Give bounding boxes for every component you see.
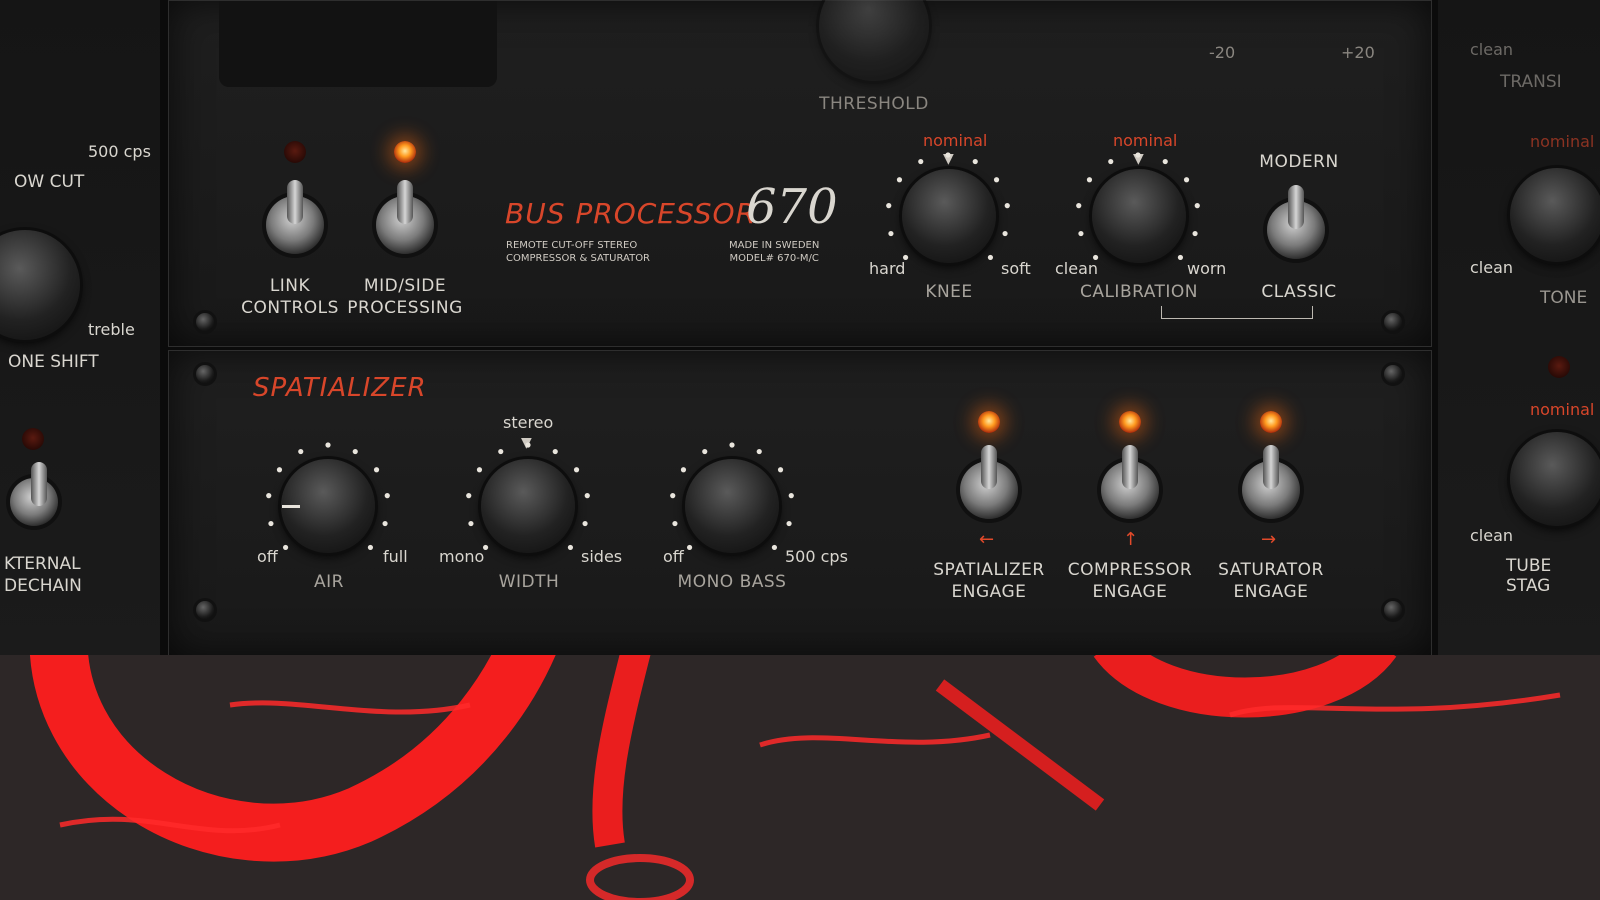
- compressor-arrow-icon: ↑: [1123, 529, 1139, 550]
- link-lamp: [284, 141, 306, 163]
- mid-side-lamp: [394, 141, 416, 163]
- right-clean-3: clean: [1470, 526, 1514, 545]
- made-in: MADE IN SWEDEN MODEL# 670-M/C: [729, 240, 820, 264]
- compressor-engage-label: COMPRESSOR ENGAGE: [1067, 560, 1193, 602]
- tone-knob[interactable]: [1510, 168, 1600, 262]
- calibration-min: clean: [1055, 259, 1099, 278]
- red-script-backdrop: [0, 655, 1600, 900]
- calibration-pointer-icon: ▼: [1133, 151, 1144, 167]
- screw: [196, 365, 214, 383]
- width-pointer-icon: ▼: [521, 435, 532, 451]
- low-cut-value: 500 cps: [88, 142, 151, 161]
- knee-pointer-icon: ▼: [943, 151, 954, 167]
- right-clean-1: clean: [1470, 40, 1514, 59]
- mode-toggle[interactable]: [1267, 185, 1325, 259]
- screw: [1384, 365, 1402, 383]
- mono-bass-min: off: [663, 547, 684, 566]
- sidechain-label: KTERNAL DECHAIN: [4, 554, 82, 596]
- threshold-label: THRESHOLD: [819, 94, 929, 114]
- tube-stage-knob[interactable]: [1510, 432, 1600, 526]
- saturator-engage-toggle[interactable]: [1242, 445, 1300, 519]
- meter-min: -20: [1209, 43, 1236, 62]
- product-subtitle: REMOTE CUT-OFF STEREO COMPRESSOR & SATUR…: [506, 240, 651, 264]
- width-top: stereo: [503, 413, 554, 432]
- width-min: mono: [439, 547, 485, 566]
- bus-processor-panel: THRESHOLD -20 +20 LINK CONTROLS MID/SIDE…: [168, 0, 1432, 347]
- screw: [1384, 313, 1402, 331]
- width-max: sides: [581, 547, 623, 566]
- meter-window: [219, 1, 497, 87]
- mode-classic-label: CLASSIC: [1261, 282, 1337, 302]
- tone-shift-value: treble: [88, 320, 135, 339]
- spatializer-arrow-icon: ←: [979, 529, 995, 550]
- mid-side-toggle[interactable]: [376, 180, 434, 254]
- product-title: BUS PROCESSOR: [505, 197, 757, 230]
- left-rack: 500 cps OW CUT treble ONE SHIFT KTERNAL …: [0, 0, 160, 655]
- knee-knob[interactable]: [902, 169, 996, 263]
- mono-bass-knob[interactable]: [685, 459, 779, 553]
- air-label: AIR: [314, 572, 344, 592]
- tube-nominal: nominal: [1530, 400, 1595, 419]
- spatializer-engage-toggle[interactable]: [960, 445, 1018, 519]
- calibration-knob[interactable]: [1092, 169, 1186, 263]
- tone-shift-knob[interactable]: [0, 230, 80, 340]
- right-clean-2: clean: [1470, 258, 1514, 277]
- mid-side-label: MID/SIDE PROCESSING: [347, 276, 463, 318]
- spatializer-engage-label: SPATIALIZER ENGAGE: [933, 560, 1045, 602]
- right-lamp: [1548, 356, 1570, 378]
- air-min: off: [257, 547, 278, 566]
- backdrop-art: [30, 655, 1561, 900]
- transient-label: TRANSI: [1500, 72, 1562, 92]
- air-max: full: [383, 547, 408, 566]
- mono-bass-label: MONO BASS: [677, 572, 787, 592]
- tone-label: TONE: [1540, 288, 1588, 308]
- screw: [196, 601, 214, 619]
- compressor-engage-toggle[interactable]: [1101, 445, 1159, 519]
- low-cut-label: OW CUT: [14, 172, 85, 192]
- width-knob[interactable]: [481, 459, 575, 553]
- saturator-engage-label: SATURATOR ENGAGE: [1218, 560, 1324, 602]
- knee-label: KNEE: [925, 282, 973, 302]
- link-controls-toggle[interactable]: [266, 180, 324, 254]
- spatializer-title: SPATIALIZER: [253, 373, 427, 403]
- tone-nominal: nominal: [1530, 132, 1595, 151]
- air-knob-indicator: [282, 505, 300, 508]
- width-label: WIDTH: [498, 572, 560, 592]
- screw: [1384, 601, 1402, 619]
- calibration-max: worn: [1187, 259, 1227, 278]
- sidechain-toggle[interactable]: [10, 462, 58, 526]
- saturator-arrow-icon: →: [1261, 529, 1277, 550]
- knee-max: soft: [1001, 259, 1031, 278]
- mode-modern-label: MODERN: [1259, 152, 1339, 172]
- mono-bass-max: 500 cps: [785, 547, 848, 566]
- screw: [196, 313, 214, 331]
- sidechain-lamp: [22, 428, 44, 450]
- threshold-knob[interactable]: [819, 0, 929, 81]
- tube-stage-label: TUBE STAG: [1506, 556, 1552, 596]
- knee-nominal: nominal: [923, 131, 988, 150]
- knee-min: hard: [869, 259, 906, 278]
- calibration-bracket: [1161, 306, 1313, 319]
- meter-max: +20: [1341, 43, 1375, 62]
- right-rack: clean TRANSI nominal clean TONE nominal …: [1438, 0, 1600, 655]
- saturator-engage-lamp: [1260, 411, 1282, 433]
- compressor-engage-lamp: [1119, 411, 1141, 433]
- tone-shift-label: ONE SHIFT: [8, 352, 99, 372]
- model-number: 670: [746, 179, 838, 235]
- spatializer-engage-lamp: [978, 411, 1000, 433]
- spatializer-panel: SPATIALIZER off full AIR stereo ▼ mono s…: [168, 350, 1432, 657]
- calibration-nominal: nominal: [1113, 131, 1178, 150]
- calibration-label: CALIBRATION: [1079, 282, 1199, 302]
